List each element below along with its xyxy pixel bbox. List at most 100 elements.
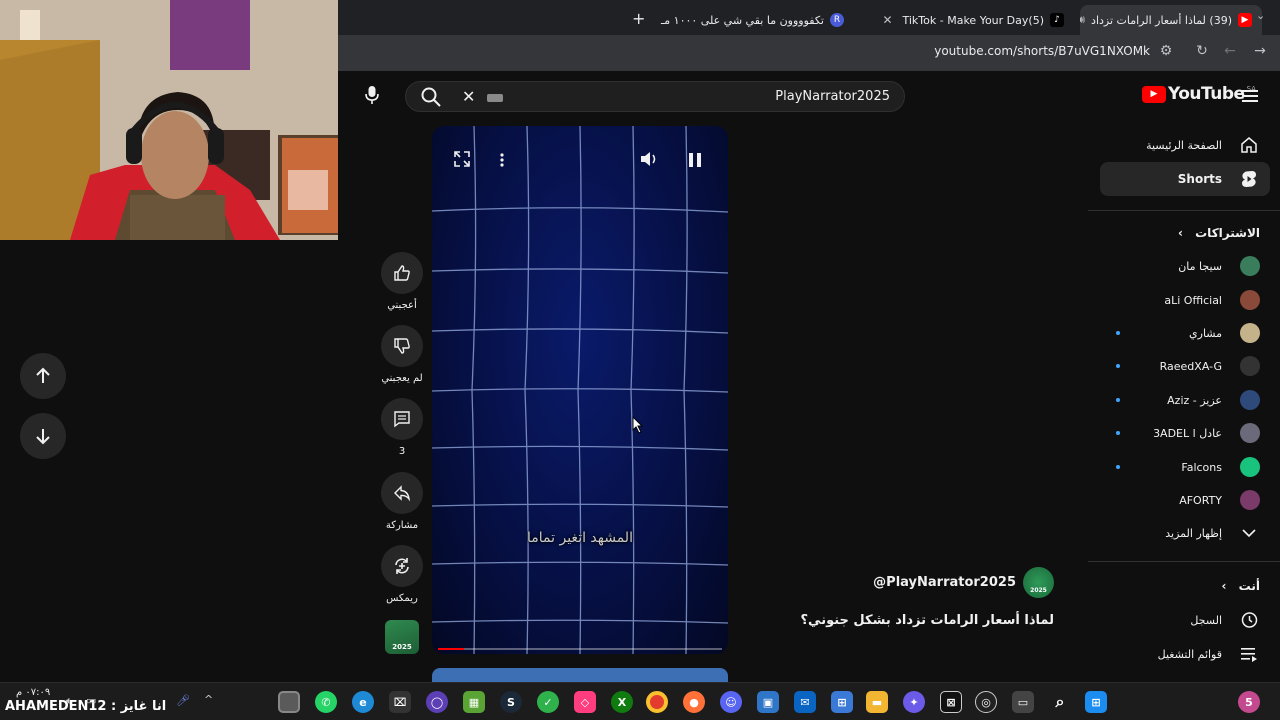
fullscreen-icon[interactable] [454,151,470,171]
discord-icon[interactable]: ☺ [720,691,742,713]
channel-avatar [1240,356,1260,376]
dislike-action: لم يعجبني [381,325,423,384]
remix-button[interactable] [381,545,423,587]
next-short-button[interactable] [20,413,66,459]
notification-icon[interactable]: 5 [1238,691,1260,713]
obs-icon[interactable] [278,691,300,713]
xbox-app-icon[interactable]: ✓ [537,691,559,713]
video-progress-bar[interactable] [438,648,722,650]
grid-background [432,126,728,654]
channel-handle[interactable]: @PlayNarrator2025 [873,575,1016,590]
channel-avatar[interactable]: 2025 [1023,567,1054,598]
task-view-icon[interactable]: ▭ [1012,691,1034,713]
sidebar-item-label: السجل [1190,613,1222,627]
more-options-icon[interactable] [499,152,505,171]
volume-icon[interactable] [639,150,659,172]
sidebar-item-label: الصفحة الرئيسية [1146,138,1222,152]
outlook-icon[interactable]: ✉ [794,691,816,713]
tray-chevron-icon[interactable]: ^ [204,693,213,706]
search-input[interactable]: PlayNarrator2025 [775,89,890,104]
short-video-player[interactable]: المشهد اتغير تماما [432,126,728,654]
channel-avatar [1240,390,1260,410]
search-icon[interactable] [420,86,442,112]
edge-icon[interactable]: e [352,691,374,713]
sidebar-subscription[interactable]: aLi Official [1100,283,1270,317]
copilot-icon[interactable]: ✦ [903,691,925,713]
sidebar-show-more[interactable]: إظهار المزيد [1100,516,1270,550]
photos-icon[interactable]: ▣ [757,691,779,713]
tab-youtube[interactable]: ▶ (39) لماذا أسعار الرامات تزداد 🔊︎ ✕ [1080,5,1262,35]
bookmark-app-icon[interactable]: ◇ [574,691,596,713]
firefox-icon[interactable]: ● [683,691,705,713]
recorder-icon[interactable]: ◎ [975,691,997,713]
subscriptions-heading[interactable]: الاشتراكات › [1178,226,1260,240]
next-video-preview[interactable] [432,668,728,682]
sidebar-subscription[interactable]: AFORTY [1100,483,1270,517]
voice-search-icon[interactable] [364,85,380,109]
sidebar-subscription[interactable]: RaeedXA-G [1100,349,1270,383]
sidebar-subscription[interactable]: سيجا مان [1100,249,1270,283]
reload-icon[interactable]: ↻ [1192,43,1212,59]
sidebar: الصفحة الرئيسية Shorts الاشتراكات › سيجا… [1088,121,1280,720]
subscription-name: Aziz - عزيز [1167,393,1222,407]
menu-icon[interactable] [1242,88,1258,107]
audio-icon[interactable]: 🔊︎ [1080,13,1085,27]
tab-tiktok[interactable]: ♪ (5)TikTok - Make Your Day ✕ [856,5,1074,35]
sidebar-item-home[interactable]: الصفحة الرئيسية [1100,128,1270,162]
like-button[interactable] [381,252,423,294]
tab-search-icon[interactable]: ⌄ [1256,9,1265,22]
obs-studio-icon[interactable]: ◯ [426,691,448,713]
sidebar-subscription[interactable]: 3ADEL l عادل [1100,416,1270,450]
new-tab-button[interactable]: + [632,9,645,28]
sidebar-subscription[interactable]: Falcons [1100,450,1270,484]
clear-search-icon[interactable]: ✕ [462,87,475,106]
sidebar-item-history[interactable]: السجل [1100,603,1270,637]
tab-r[interactable]: R تكفوووون ما بقي شي على ١٠٠٠ مـ ✕ [658,5,854,35]
forward-icon[interactable]: ← [1220,43,1240,59]
browser-addressbar: youtube.com/shorts/B7uVG1NXOMk ⚙ ↻ ← → [338,35,1280,71]
file-explorer-icon[interactable]: ▬ [866,691,888,713]
you-heading[interactable]: أنت › [1222,579,1260,593]
tab-title: تكفوووون ما بقي شي على ١٠٠٠ مـ [661,13,824,27]
chrome-icon[interactable] [646,691,668,713]
whatsapp-icon[interactable]: ✆ [315,691,337,713]
clock: ٠٧:٠٩ م [16,687,51,698]
pause-icon[interactable] [688,152,702,171]
youtube-logo[interactable]: ▶ YouTube SA [1142,84,1256,104]
speaker-icon[interactable]: 🔈︎ [66,694,73,708]
steam-icon[interactable]: S [500,691,522,713]
new-content-dot [1116,331,1120,335]
remix-action: ريمكس [381,545,423,604]
notification-badge: 5 [1245,695,1253,709]
sidebar-subscription[interactable]: Aziz - عزيز [1100,383,1270,417]
dislike-button[interactable] [381,325,423,367]
store-icon[interactable]: ⊞ [831,691,853,713]
sidebar-item-playlists[interactable]: قوائم التشغيل [1100,637,1270,671]
browser-tabbar: ▶ (39) لماذا أسعار الرامات تزداد 🔊︎ ✕ ♪ … [338,0,1280,35]
previous-short-button[interactable] [20,353,66,399]
mouse-cursor-icon [632,416,644,434]
comments-button[interactable] [381,398,423,440]
keyboard-icon[interactable] [487,94,503,102]
capcut-icon[interactable]: ⌧ [389,691,411,713]
close-tab-icon[interactable]: ✕ [882,13,892,27]
windows-start-icon[interactable]: ⊞ [1085,691,1107,713]
sound-thumbnail[interactable]: 2025 [385,620,419,654]
webcam-overlay [0,0,338,240]
tab-title: (5)TikTok - Make Your Day [902,13,1045,27]
sidebar-subscription[interactable]: مشاري [1100,316,1270,350]
mic-icon[interactable]: 🎤︎ [176,694,190,707]
network-icon[interactable]: ▭ [86,694,96,707]
youtube-logo-text: YouTube [1168,84,1245,104]
remix-label: ريمكس [386,593,418,604]
back-icon[interactable]: → [1250,43,1270,59]
url-field[interactable]: youtube.com/shorts/B7uVG1NXOMk [934,44,1150,58]
chevron-right-icon: › [1177,226,1183,240]
xbox-icon[interactable]: X [611,691,633,713]
sidebar-item-shorts[interactable]: Shorts [1100,162,1270,196]
capcut-2-icon[interactable]: ⊠ [940,691,962,713]
minecraft-icon[interactable]: ▦ [463,691,485,713]
search-taskbar-icon[interactable]: ⌕ [1049,691,1071,713]
site-settings-icon[interactable]: ⚙ [1156,43,1176,59]
share-button[interactable] [381,472,423,514]
